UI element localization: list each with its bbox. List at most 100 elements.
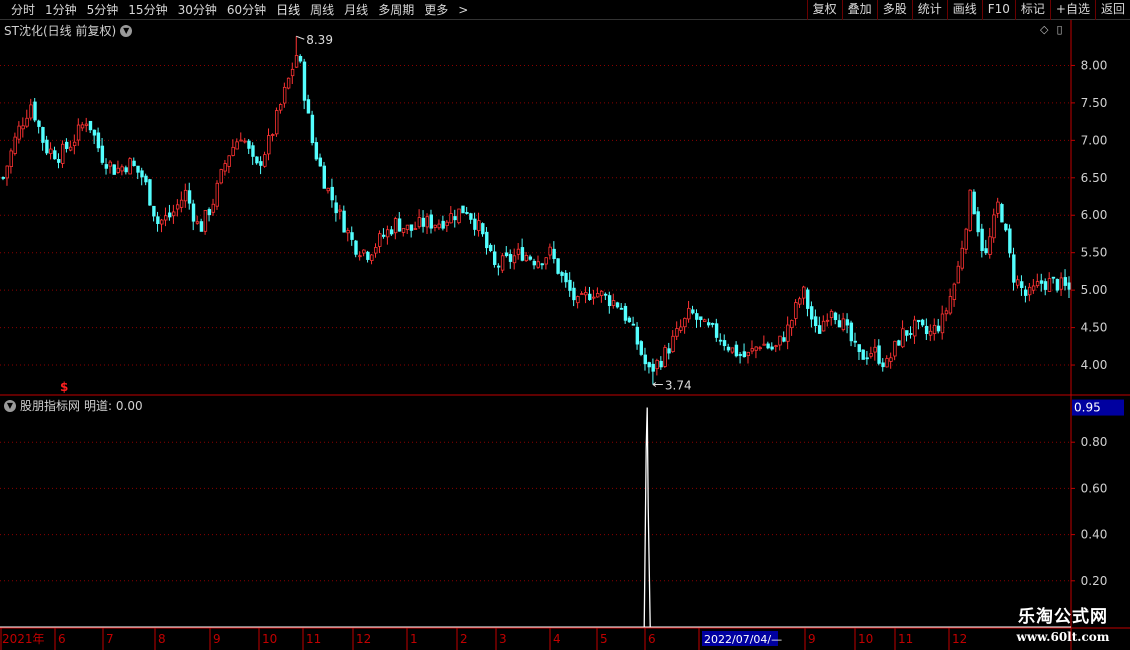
candle-body	[13, 136, 17, 154]
candle-body	[913, 319, 917, 337]
candle-body	[191, 203, 196, 222]
candle-body	[473, 218, 477, 230]
candle-body	[1000, 204, 1004, 223]
chevron-right-icon[interactable]: >	[453, 0, 473, 20]
toolbar-buttons: 复权 叠加 多股 统计 画线 F10 标记 +自选 返回	[806, 0, 1130, 20]
candle-body	[845, 319, 850, 326]
candle-body	[128, 158, 132, 175]
candle-body	[88, 120, 93, 131]
toolbar-button-8[interactable]: 返回	[1094, 0, 1130, 20]
candle-body	[770, 346, 774, 350]
period-tab-7[interactable]: 周线	[305, 0, 339, 20]
chart-canvas[interactable]: 8.39 3.74 $ 8.00 7.50 7.00 6.50 6.00 5.50 5.00 4.…	[0, 20, 1130, 650]
candle-body	[49, 148, 53, 154]
toolbar-button-0[interactable]: 复权	[806, 0, 842, 20]
toolbar-button-3[interactable]: 统计	[911, 0, 947, 20]
candle-body	[334, 202, 338, 214]
toolbar-button-4[interactable]: 画线	[946, 0, 982, 20]
candle-body	[905, 330, 909, 336]
candle-body	[500, 255, 505, 271]
year-label: 2021年	[2, 632, 45, 646]
month-label: 9	[808, 632, 816, 646]
panel-toggle-icon[interactable]: ▯	[1056, 23, 1062, 36]
candle-body	[5, 165, 9, 179]
candle-body	[148, 179, 152, 206]
candle-body	[61, 143, 65, 164]
candle-body	[512, 255, 517, 264]
candle-body	[655, 359, 659, 370]
candle-body	[873, 346, 877, 353]
month-label: 11	[898, 632, 913, 646]
candle-body	[627, 317, 632, 323]
period-tab-5[interactable]: 60分钟	[222, 0, 271, 20]
candle-body	[556, 258, 560, 274]
candle-body	[877, 345, 881, 364]
period-tab-4[interactable]: 30分钟	[173, 0, 222, 20]
period-tab-9[interactable]: 多周期	[373, 0, 419, 20]
toolbar-button-5[interactable]: F10	[981, 0, 1015, 20]
period-tab-8[interactable]: 月线	[339, 0, 373, 20]
period-tab-10[interactable]: 更多	[419, 0, 453, 20]
candle-body	[405, 224, 410, 230]
current-value-label: 0.95	[1074, 401, 1101, 415]
candle-body	[889, 357, 893, 362]
toolbar-button-7[interactable]: +自选	[1049, 0, 1095, 20]
candle-body	[885, 358, 889, 368]
candle-body	[754, 346, 758, 351]
period-tab-0[interactable]: 分时	[6, 0, 40, 20]
candle-body	[580, 293, 584, 295]
candle-body	[350, 232, 354, 240]
candle-body	[318, 157, 323, 167]
candle-body	[968, 189, 972, 231]
price-tick-label: 8.00	[1081, 58, 1108, 72]
candle-body	[540, 263, 544, 266]
candle-body	[837, 320, 842, 328]
candle-body	[302, 61, 307, 101]
candle-body	[417, 217, 422, 228]
panel-menu-dropdown[interactable]: ▼	[120, 24, 133, 37]
candle-body	[346, 230, 350, 234]
month-label: 6	[58, 632, 66, 646]
candle-body	[742, 351, 747, 358]
toolbar-button-6[interactable]: 标记	[1014, 0, 1050, 20]
diamond-icon[interactable]: ◇	[1040, 23, 1048, 36]
candle-body	[80, 124, 85, 129]
candle-body	[1016, 279, 1020, 286]
candle-body	[920, 319, 925, 326]
candle-body	[564, 272, 568, 283]
candle-body	[524, 255, 529, 262]
candle-body	[504, 252, 509, 257]
candle-body	[453, 216, 457, 221]
candle-body	[865, 357, 869, 360]
toolbar-button-2[interactable]: 多股	[876, 0, 912, 20]
candle-body	[940, 313, 945, 334]
candle-body	[140, 170, 144, 178]
period-tab-2[interactable]: 5分钟	[82, 0, 124, 20]
candle-body	[718, 339, 723, 342]
candle-body	[988, 236, 992, 255]
candle-body	[802, 286, 806, 299]
month-label: 11	[306, 632, 321, 646]
candle-body	[342, 210, 346, 233]
watermark-url: www.60lt.com	[1016, 630, 1110, 644]
candle-body	[489, 244, 493, 252]
toolbar-button-1[interactable]: 叠加	[841, 0, 877, 20]
candle-body	[1027, 286, 1032, 296]
candle-body	[917, 319, 921, 323]
candle-body	[659, 360, 663, 368]
period-tab-3[interactable]: 15分钟	[123, 0, 172, 20]
candle-body	[187, 190, 192, 204]
candle-body	[671, 335, 675, 353]
candle-body	[152, 205, 156, 217]
price-tick-label: 7.00	[1081, 133, 1108, 147]
candle-body	[960, 247, 965, 269]
candle-body	[397, 218, 402, 232]
period-tab-1[interactable]: 1分钟	[40, 0, 82, 20]
candle-body	[385, 229, 390, 238]
period-tab-6[interactable]: 日线	[271, 0, 305, 20]
indicator-menu-dropdown[interactable]: ▼	[4, 399, 16, 412]
candle-body	[683, 317, 687, 328]
month-label: 5	[600, 632, 608, 646]
candle-body	[1012, 254, 1016, 283]
candle-body	[195, 221, 200, 224]
